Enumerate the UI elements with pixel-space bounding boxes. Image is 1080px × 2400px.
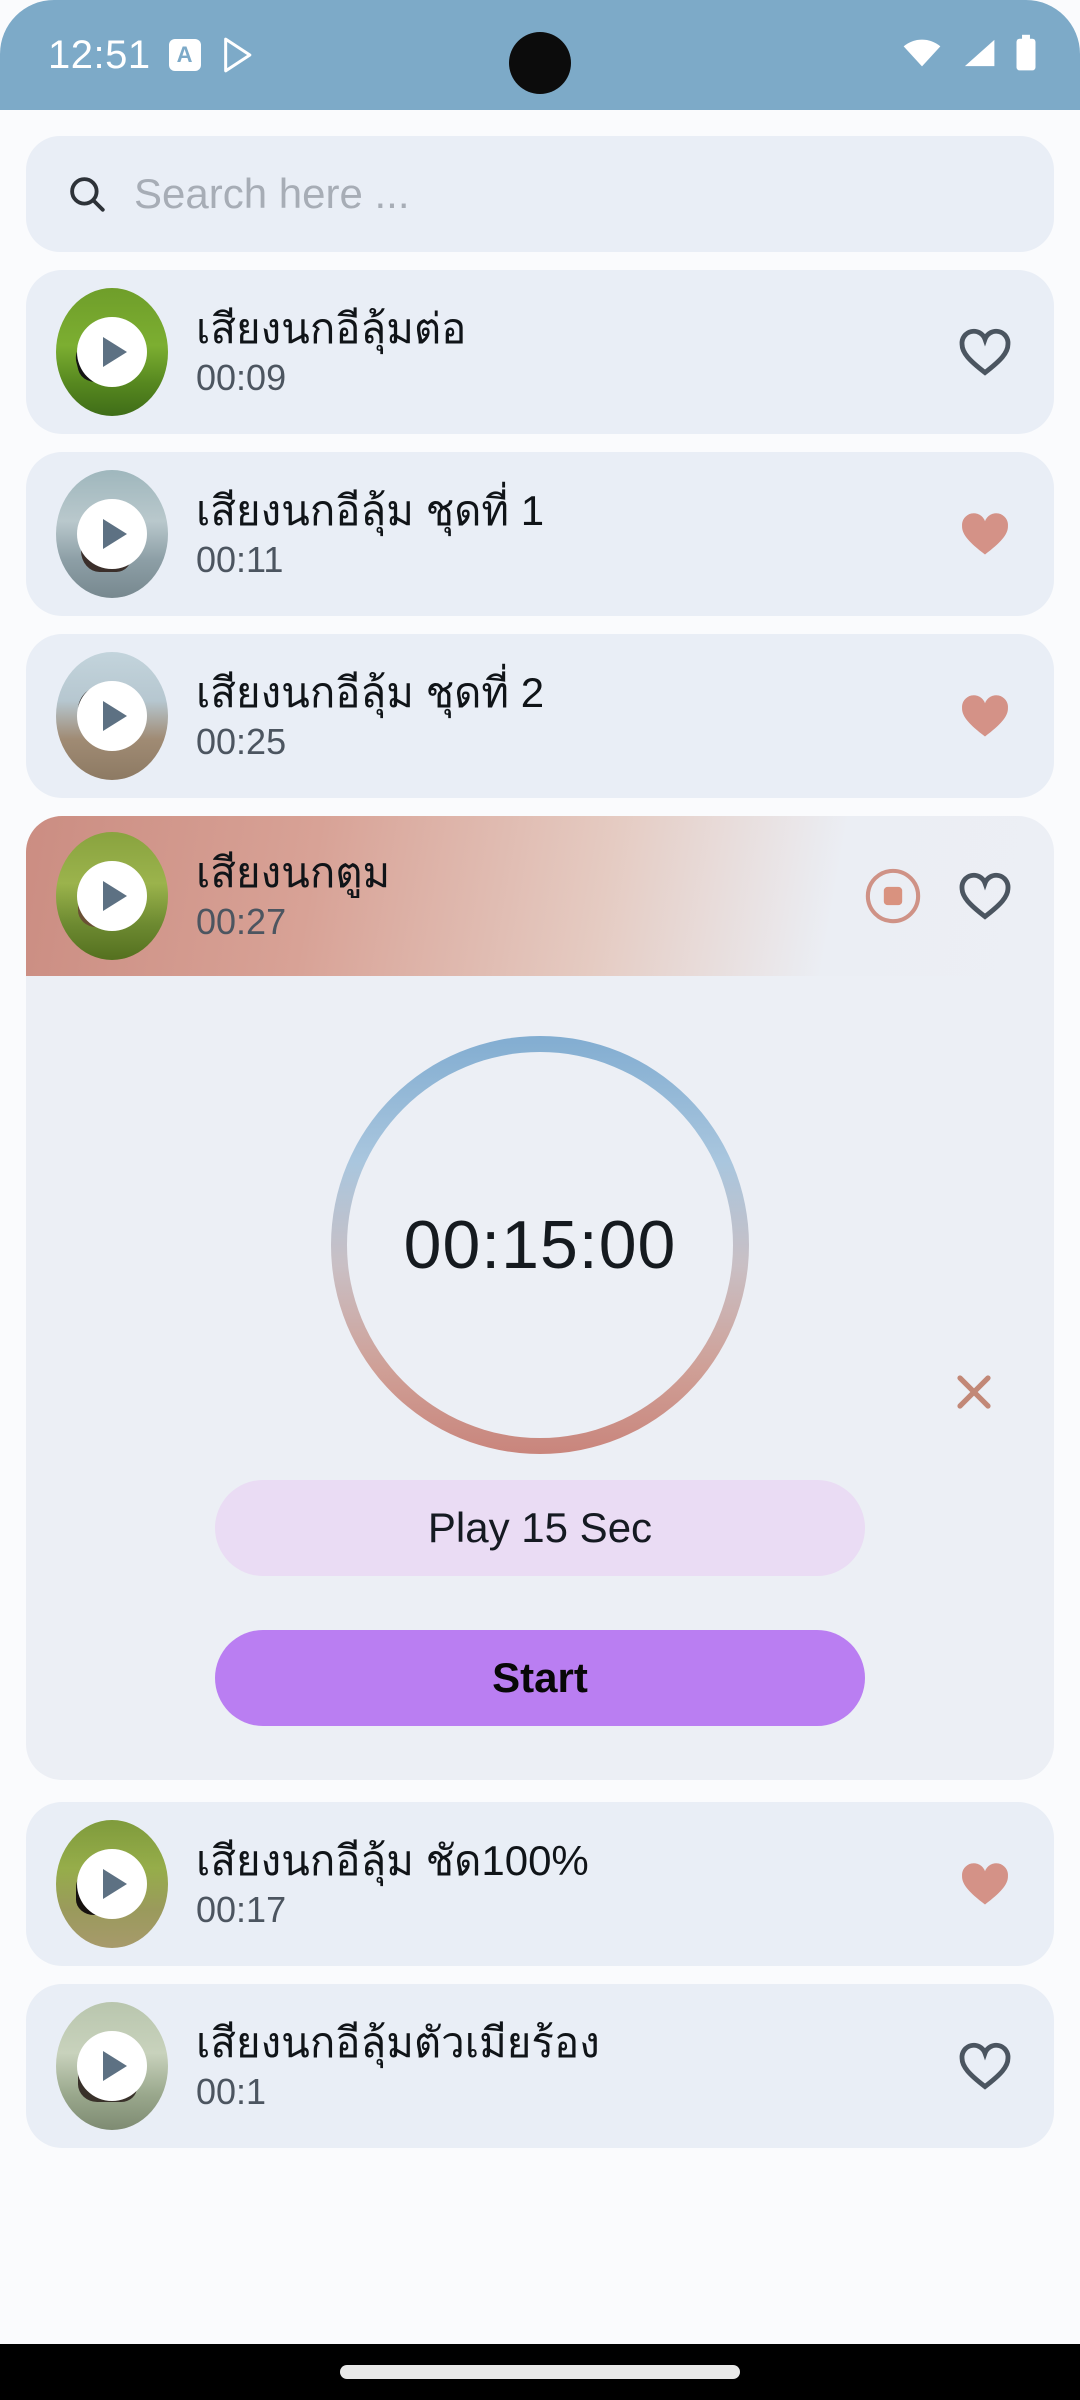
battery-icon <box>1014 34 1038 77</box>
list-item[interactable]: เสียงนกอีลุ้มตัวเมียร้อง 00:1 <box>26 1984 1054 2148</box>
list-item[interactable]: เสียงนกอีลุ้มต่อ 00:09 <box>26 270 1054 434</box>
timer-ring: 00:15:00 <box>331 1036 749 1454</box>
app-content: Search here ... เสียงนกอีลุ้มต่อ 00:09 เ… <box>0 110 1080 2344</box>
play-icon[interactable] <box>77 499 147 569</box>
favorite-heart-icon[interactable] <box>956 867 1014 925</box>
sound-title: เสียงนกอีลุ้มต่อ <box>196 304 467 352</box>
gesture-pill[interactable] <box>340 2365 740 2379</box>
sound-duration: 00:25 <box>196 721 287 763</box>
sound-thumbnail[interactable] <box>56 470 168 598</box>
search-icon <box>66 173 108 215</box>
list-item-active[interactable]: เสียงนกตูม 00:27 <box>26 816 1054 976</box>
sound-title: เสียงนกอีลุ้มตัวเมียร้อง <box>196 2018 600 2066</box>
camera-punch-hole <box>509 32 571 94</box>
sound-duration: 00:27 <box>196 901 287 943</box>
sound-title: เสียงนกอีลุ้ม ชุดที่ 1 <box>196 486 545 534</box>
wifi-icon <box>902 38 942 73</box>
sound-info: เสียงนกอีลุ้ม ชุดที่ 1 00:11 <box>196 487 956 582</box>
sound-title: เสียงนกอีลุ้ม ชุดที่ 2 <box>196 668 545 716</box>
favorite-heart-icon[interactable] <box>956 323 1014 381</box>
play-icon[interactable] <box>77 681 147 751</box>
close-icon[interactable] <box>950 1368 998 1416</box>
start-button[interactable]: Start <box>215 1630 865 1726</box>
sound-title: เสียงนกอีลุ้ม ชัด100% <box>196 1836 589 1884</box>
list-item[interactable]: เสียงนกอีลุ้ม ชุดที่ 2 00:25 <box>26 634 1054 798</box>
sound-thumbnail[interactable] <box>56 832 168 960</box>
status-bar-right <box>902 34 1038 77</box>
list-item[interactable]: เสียงนกอีลุ้ม ชุดที่ 1 00:11 <box>26 452 1054 616</box>
sound-duration: 00:17 <box>196 1889 287 1931</box>
phone-screen: 12:51 A Search here ... เสียงนกอีลุ้มต่อ… <box>0 0 1080 2400</box>
sound-title: เสียงนกตูม <box>196 848 391 896</box>
sound-info: เสียงนกตูม 00:27 <box>196 849 864 944</box>
status-bar-left: 12:51 A <box>48 33 259 78</box>
favorite-heart-icon[interactable] <box>956 2037 1014 2095</box>
play-icon[interactable] <box>77 2031 147 2101</box>
play-icon[interactable] <box>77 861 147 931</box>
sound-info: เสียงนกอีลุ้ม ชัด100% 00:17 <box>196 1837 956 1932</box>
sound-thumbnail[interactable] <box>56 652 168 780</box>
sound-duration: 00:1 <box>196 2071 267 2113</box>
sound-info: เสียงนกอีลุ้ม ชุดที่ 2 00:25 <box>196 669 956 764</box>
favorite-heart-icon[interactable] <box>956 687 1014 745</box>
sound-thumbnail[interactable] <box>56 288 168 416</box>
a-badge-icon: A <box>168 39 201 71</box>
timer-display: 00:15:00 <box>403 1207 677 1283</box>
status-bar-clock: 12:51 <box>48 32 151 77</box>
play-15-sec-button[interactable]: Play 15 Sec <box>215 1480 865 1576</box>
play-icon[interactable] <box>77 317 147 387</box>
sound-duration: 00:09 <box>196 357 287 399</box>
sound-thumbnail[interactable] <box>56 2002 168 2130</box>
timer-ring-wrap: 00:15:00 <box>26 1010 1054 1480</box>
favorite-heart-icon[interactable] <box>956 1855 1014 1913</box>
system-navigation-bar <box>0 2344 1080 2400</box>
list-item[interactable]: เสียงนกอีลุ้ม ชัด100% 00:17 <box>26 1802 1054 1966</box>
stop-icon[interactable] <box>864 867 922 925</box>
sound-info: เสียงนกอีลุ้มต่อ 00:09 <box>196 305 956 400</box>
cellular-signal-icon <box>960 38 996 73</box>
search-input[interactable]: Search here ... <box>134 170 409 218</box>
play-icon[interactable] <box>77 1849 147 1919</box>
timer-panel: 00:15:00 Play 15 Sec Start <box>26 976 1054 1780</box>
sound-duration: 00:11 <box>196 539 284 581</box>
sound-thumbnail[interactable] <box>56 1820 168 1948</box>
sound-info: เสียงนกอีลุ้มตัวเมียร้อง 00:1 <box>196 2019 956 2114</box>
favorite-heart-icon[interactable] <box>956 505 1014 563</box>
search-bar[interactable]: Search here ... <box>26 136 1054 252</box>
play-store-icon <box>219 35 259 75</box>
